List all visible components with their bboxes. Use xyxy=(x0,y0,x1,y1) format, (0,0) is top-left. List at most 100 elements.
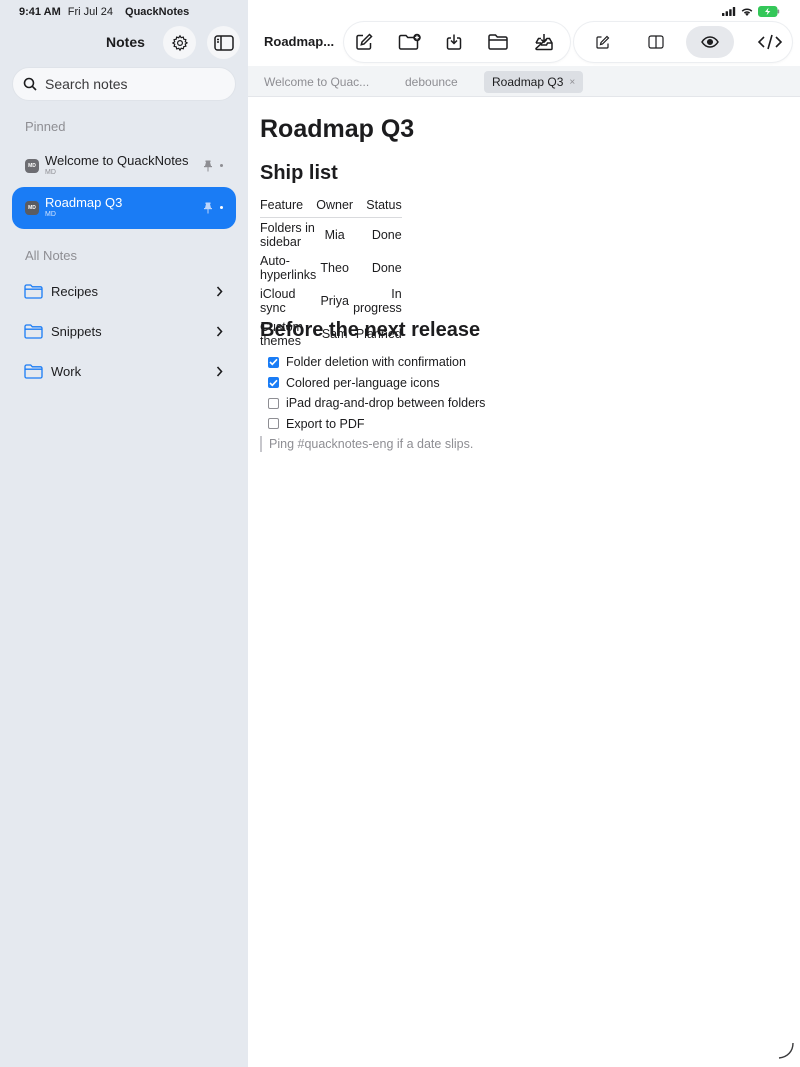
checkbox-checked[interactable] xyxy=(268,377,279,389)
task-label: iPad drag-and-drop between folders xyxy=(286,396,486,411)
edit-mode-icon xyxy=(595,35,609,49)
tab-label: debounce xyxy=(405,75,458,89)
pin-icon xyxy=(204,160,212,172)
note-title: Roadmap Q3 xyxy=(45,195,123,210)
checkbox-unchecked[interactable] xyxy=(268,418,279,430)
status-time: 9:41 AM xyxy=(19,6,61,18)
pin-icon xyxy=(204,202,212,214)
folder-snippets[interactable]: Snippets xyxy=(12,314,236,350)
task-list: Folder deletion with confirmation Colore… xyxy=(268,352,485,434)
pinned-note-welcome[interactable]: MD Welcome to QuackNotes MD xyxy=(12,145,236,187)
table-header: Status xyxy=(353,195,402,218)
import-button[interactable] xyxy=(532,30,556,54)
status-app-name: QuackNotes xyxy=(125,6,190,18)
pinned-section-label: Pinned xyxy=(25,119,66,134)
table-cell: iCloud sync xyxy=(260,287,296,315)
document-title[interactable]: Roadmap... xyxy=(264,34,334,49)
unsaved-dot-icon xyxy=(220,164,223,167)
table-row: Auto-hyperlinks Theo Done xyxy=(260,251,402,284)
editor-pane: Roadmap... Welcome to Quac... debounce R… xyxy=(248,0,800,1067)
new-note-button[interactable] xyxy=(352,30,376,54)
search-bar[interactable] xyxy=(12,67,236,101)
heading-before-next-release: Before the next release xyxy=(260,319,481,341)
folder-recipes[interactable]: Recipes xyxy=(12,274,236,310)
pinned-note-roadmap[interactable]: MD Roadmap Q3 MD xyxy=(12,187,236,229)
sidebar-toggle-button[interactable] xyxy=(207,26,240,59)
checkbox-unchecked[interactable] xyxy=(268,397,279,409)
table-row: Folders in sidebar Mia Done xyxy=(260,218,402,252)
search-input[interactable] xyxy=(45,76,225,92)
chevron-right-icon xyxy=(216,326,223,337)
split-view-button[interactable] xyxy=(644,30,668,54)
unsaved-dot-icon xyxy=(220,206,223,209)
status-bar-right xyxy=(722,6,780,17)
table-cell: Theo xyxy=(320,261,349,275)
tab-label: Welcome to Quac... xyxy=(264,75,370,89)
new-folder-button[interactable] xyxy=(397,30,423,54)
note-title: Welcome to QuackNotes xyxy=(45,153,189,168)
download-icon xyxy=(446,34,462,50)
blockquote: Ping #quacknotes-eng if a date slips. xyxy=(260,436,473,452)
task-label: Colored per-language icons xyxy=(286,375,440,390)
search-icon xyxy=(23,77,37,91)
tab-roadmap-q3[interactable]: Roadmap Q3 × xyxy=(484,71,584,93)
folder-icon xyxy=(488,34,508,50)
code-view-icon xyxy=(757,34,783,50)
note-type: MD xyxy=(45,211,56,218)
close-tab-icon[interactable]: × xyxy=(569,77,575,88)
table-cell: Done xyxy=(371,228,402,242)
open-folder-button[interactable] xyxy=(486,30,510,54)
table-cell: Done xyxy=(371,261,402,275)
settings-button[interactable] xyxy=(163,26,196,59)
task-item: Folder deletion with confirmation xyxy=(268,352,485,373)
sidebar-toggle-icon xyxy=(213,34,234,51)
table-cell: Mia xyxy=(324,228,345,242)
gear-icon xyxy=(171,34,188,51)
heading-ship-list: Ship list xyxy=(260,162,338,184)
folder-icon xyxy=(24,284,43,299)
table-header: Feature xyxy=(260,195,317,218)
status-bar-left: 9:41 AM Fri Jul 24 QuackNotes xyxy=(19,6,189,18)
code-view-button[interactable] xyxy=(756,30,784,54)
tab-label: Roadmap Q3 xyxy=(492,75,564,89)
table-cell: Auto-hyperlinks xyxy=(260,254,317,282)
folder-label: Work xyxy=(51,364,82,379)
folder-icon xyxy=(24,364,43,379)
folder-icon xyxy=(24,324,43,339)
wifi-icon xyxy=(741,8,753,16)
preview-eye-icon xyxy=(701,36,719,48)
note-type: MD xyxy=(45,169,56,176)
folder-label: Snippets xyxy=(51,324,102,339)
folder-work[interactable]: Work xyxy=(12,354,236,390)
table-header-row: Feature Owner Status xyxy=(260,195,402,218)
download-button[interactable] xyxy=(442,30,466,54)
table-cell: In progress xyxy=(353,287,402,315)
checkbox-checked[interactable] xyxy=(268,356,279,368)
compose-icon xyxy=(356,33,373,50)
table-header: Owner xyxy=(316,195,354,218)
checkmark-icon xyxy=(269,379,278,387)
resize-handle-icon[interactable] xyxy=(776,1041,796,1061)
preview-button[interactable] xyxy=(686,26,734,58)
tab-bar: Welcome to Quac... debounce Roadmap Q3 × xyxy=(248,66,800,97)
task-label: Folder deletion with confirmation xyxy=(286,355,466,370)
task-item: Export to PDF xyxy=(268,414,485,435)
edit-mode-button[interactable] xyxy=(590,30,614,54)
task-label: Export to PDF xyxy=(286,416,365,431)
tab-welcome[interactable]: Welcome to Quac... xyxy=(256,71,377,93)
table-cell: Priya xyxy=(320,294,349,308)
checkmark-icon xyxy=(269,359,278,366)
status-date: Fri Jul 24 xyxy=(67,6,114,18)
cellular-signal-icon xyxy=(722,7,736,16)
heading-h1: Roadmap Q3 xyxy=(260,115,415,143)
battery-charging-icon xyxy=(758,6,780,17)
chevron-right-icon xyxy=(216,286,223,297)
import-icon xyxy=(535,34,553,51)
task-item: Colored per-language icons xyxy=(268,373,485,394)
table-row: iCloud sync Priya In progress xyxy=(260,284,402,317)
folder-label: Recipes xyxy=(51,284,98,299)
all-notes-section-label: All Notes xyxy=(25,248,78,263)
chevron-right-icon xyxy=(216,366,223,377)
sidebar: 9:41 AM Fri Jul 24 QuackNotes Notes Pinn… xyxy=(0,0,248,1067)
tab-debounce[interactable]: debounce xyxy=(397,71,466,93)
